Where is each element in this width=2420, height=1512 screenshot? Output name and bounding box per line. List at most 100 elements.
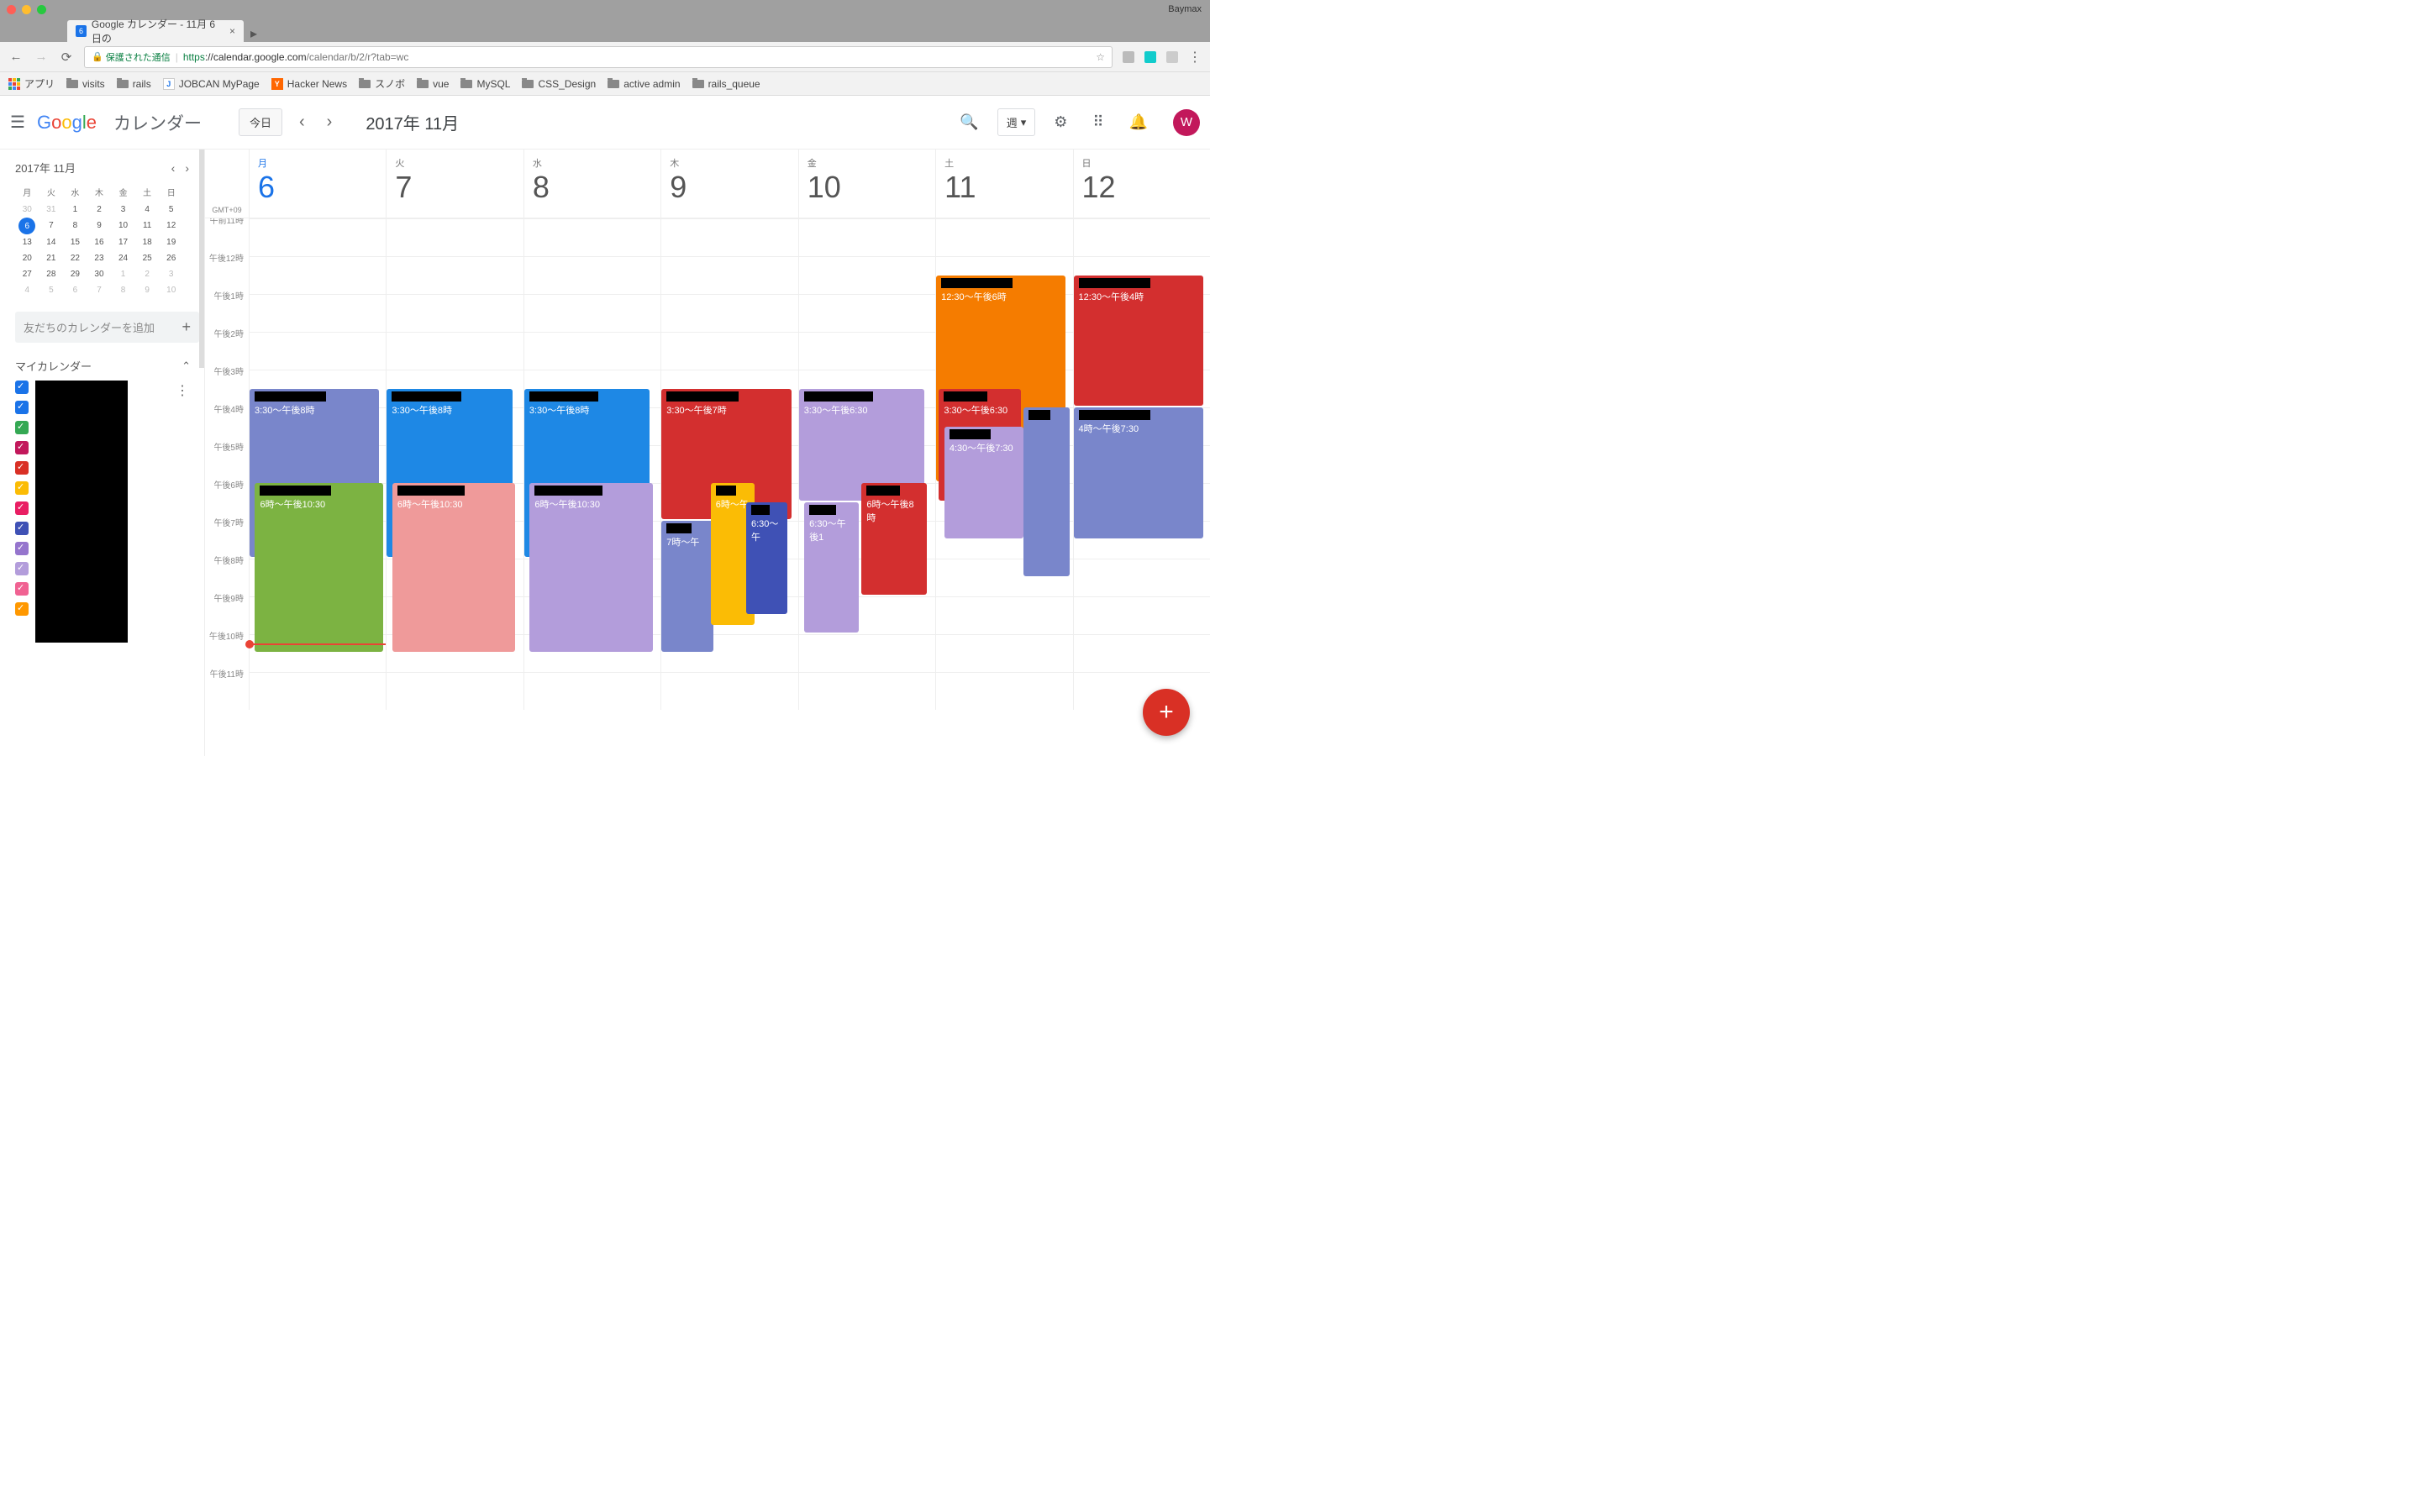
mini-day[interactable]: 1	[111, 266, 135, 282]
mini-day[interactable]: 4	[15, 282, 39, 298]
mini-day[interactable]: 10	[111, 218, 135, 234]
mini-day[interactable]: 8	[111, 282, 135, 298]
calendar-checkbox[interactable]	[15, 501, 29, 515]
next-week-button[interactable]: ›	[322, 113, 338, 132]
mini-day[interactable]: 3	[159, 266, 183, 282]
day-column[interactable]: 3:30～午後7時7時～午6時～午6:30～午	[660, 218, 797, 710]
mini-day[interactable]: 8	[63, 218, 87, 234]
day-header[interactable]: 金10	[798, 150, 935, 218]
mini-day[interactable]: 19	[159, 234, 183, 250]
calendar-checkbox[interactable]	[15, 522, 29, 535]
apps-shortcut[interactable]: アプリ	[8, 76, 55, 91]
calendar-event[interactable]: 4:30～午後7:30	[944, 427, 1023, 538]
add-friend-calendar-input[interactable]: 友だちのカレンダーを追加 +	[15, 312, 199, 343]
calendar-event[interactable]: 6時～午後10:30	[529, 483, 652, 652]
day-column[interactable]: 12:30～午後4時4時～午後7:30	[1073, 218, 1210, 710]
mini-day[interactable]: 4	[135, 202, 160, 218]
mini-day[interactable]: 5	[159, 202, 183, 218]
bookmark-item[interactable]: active admin	[608, 76, 680, 91]
bookmark-item[interactable]: visits	[66, 76, 105, 91]
minimize-window-button[interactable]	[22, 5, 31, 14]
notifications-icon[interactable]: 🔔	[1123, 113, 1155, 131]
back-button[interactable]: ←	[8, 50, 24, 64]
prev-week-button[interactable]: ‹	[294, 113, 310, 132]
view-switcher[interactable]: 週▾	[997, 108, 1036, 136]
mini-day[interactable]: 9	[135, 282, 160, 298]
mini-day[interactable]: 16	[87, 234, 112, 250]
calendar-event[interactable]: 6:30～午	[746, 502, 787, 614]
day-column[interactable]: 3:30～午後8時6時～午後10:30	[386, 218, 523, 710]
browser-tab[interactable]: 6 Google カレンダー - 11月 6日の ×	[67, 20, 244, 42]
mini-day[interactable]: 18	[135, 234, 160, 250]
plus-icon[interactable]: +	[182, 318, 191, 336]
day-header[interactable]: 水8	[523, 150, 660, 218]
gear-icon[interactable]: ⚙	[1047, 113, 1074, 131]
mini-next-month[interactable]: ›	[185, 161, 189, 175]
mini-day[interactable]: 2	[87, 202, 112, 218]
extension-icon[interactable]	[1166, 51, 1178, 63]
bookmark-item[interactable]: CSS_Design	[522, 76, 596, 91]
calendar-event[interactable]: 12:30～午後4時	[1074, 276, 1203, 407]
maximize-window-button[interactable]	[37, 5, 46, 14]
calendar-checkbox[interactable]	[15, 562, 29, 575]
mini-day[interactable]: 20	[15, 250, 39, 266]
mini-day[interactable]: 14	[39, 234, 64, 250]
mini-day[interactable]: 30	[15, 202, 39, 218]
calendar-event[interactable]: 6時～午後10:30	[255, 483, 383, 652]
mini-day[interactable]: 6	[18, 218, 35, 234]
mini-day[interactable]: 15	[63, 234, 87, 250]
bookmark-item[interactable]: rails	[117, 76, 151, 91]
account-avatar[interactable]: W	[1173, 109, 1200, 136]
bookmark-item[interactable]: rails_queue	[692, 76, 760, 91]
day-header[interactable]: 月6	[249, 150, 386, 218]
calendar-checkbox[interactable]	[15, 602, 29, 616]
mini-day[interactable]: 22	[63, 250, 87, 266]
calendar-checkbox[interactable]	[15, 441, 29, 454]
mini-day[interactable]: 23	[87, 250, 112, 266]
google-apps-icon[interactable]: ⠿	[1086, 113, 1110, 131]
calendar-checkbox[interactable]	[15, 401, 29, 414]
mini-day[interactable]: 1	[63, 202, 87, 218]
mini-day[interactable]: 28	[39, 266, 64, 282]
day-column[interactable]: 3:30～午後6:306:30～午後16時～午後8時	[798, 218, 935, 710]
mini-day[interactable]: 27	[15, 266, 39, 282]
day-header[interactable]: 木9	[660, 150, 797, 218]
mini-day[interactable]: 10	[159, 282, 183, 298]
calendar-event[interactable]: 7時～午	[661, 521, 713, 652]
address-bar[interactable]: 🔒 保護された通信 | https://calendar.google.com/…	[84, 46, 1113, 68]
mini-day[interactable]: 7	[39, 218, 64, 234]
calendar-checkbox[interactable]	[15, 381, 29, 394]
day-column[interactable]: 3:30～午後8時6時～午後10:30	[523, 218, 660, 710]
close-tab-icon[interactable]: ×	[229, 25, 235, 37]
mini-day[interactable]: 9	[87, 218, 112, 234]
bookmark-item[interactable]: スノボ	[359, 76, 405, 91]
new-tab-button[interactable]: ▸	[244, 25, 264, 42]
day-header[interactable]: 土11	[935, 150, 1072, 218]
mini-day[interactable]: 31	[39, 202, 64, 218]
bookmark-item[interactable]: YHacker News	[271, 76, 347, 91]
mini-day[interactable]: 29	[63, 266, 87, 282]
today-button[interactable]: 今日	[239, 108, 282, 136]
mini-calendar[interactable]: 月火水木金土日303112345678910111213141516171819…	[15, 182, 183, 298]
bookmark-item[interactable]: MySQL	[460, 76, 510, 91]
mini-day[interactable]: 24	[111, 250, 135, 266]
mini-day[interactable]: 3	[111, 202, 135, 218]
create-event-fab[interactable]: +	[1143, 689, 1190, 736]
calendar-event[interactable]: 4時～午後7:30	[1074, 407, 1203, 538]
bookmark-item[interactable]: vue	[417, 76, 449, 91]
calendar-checkbox[interactable]	[15, 461, 29, 475]
extension-icon[interactable]	[1123, 51, 1134, 63]
calendar-event[interactable]: 6時～午後10:30	[392, 483, 515, 652]
mini-day[interactable]: 25	[135, 250, 160, 266]
reload-button[interactable]: ⟳	[59, 50, 74, 65]
mini-day[interactable]: 2	[135, 266, 160, 282]
mini-day[interactable]: 7	[87, 282, 112, 298]
mini-day[interactable]: 12	[159, 218, 183, 234]
calendar-event[interactable]	[1023, 407, 1070, 576]
mini-day[interactable]: 30	[87, 266, 112, 282]
mini-day[interactable]: 13	[15, 234, 39, 250]
day-column[interactable]: 3:30～午後8時6時～午後10:30	[249, 218, 386, 710]
calendar-event[interactable]: 6時～午後8時	[861, 483, 927, 595]
my-calendars-header[interactable]: マイカレンダー ⌃	[15, 358, 199, 374]
mini-day[interactable]: 6	[63, 282, 87, 298]
